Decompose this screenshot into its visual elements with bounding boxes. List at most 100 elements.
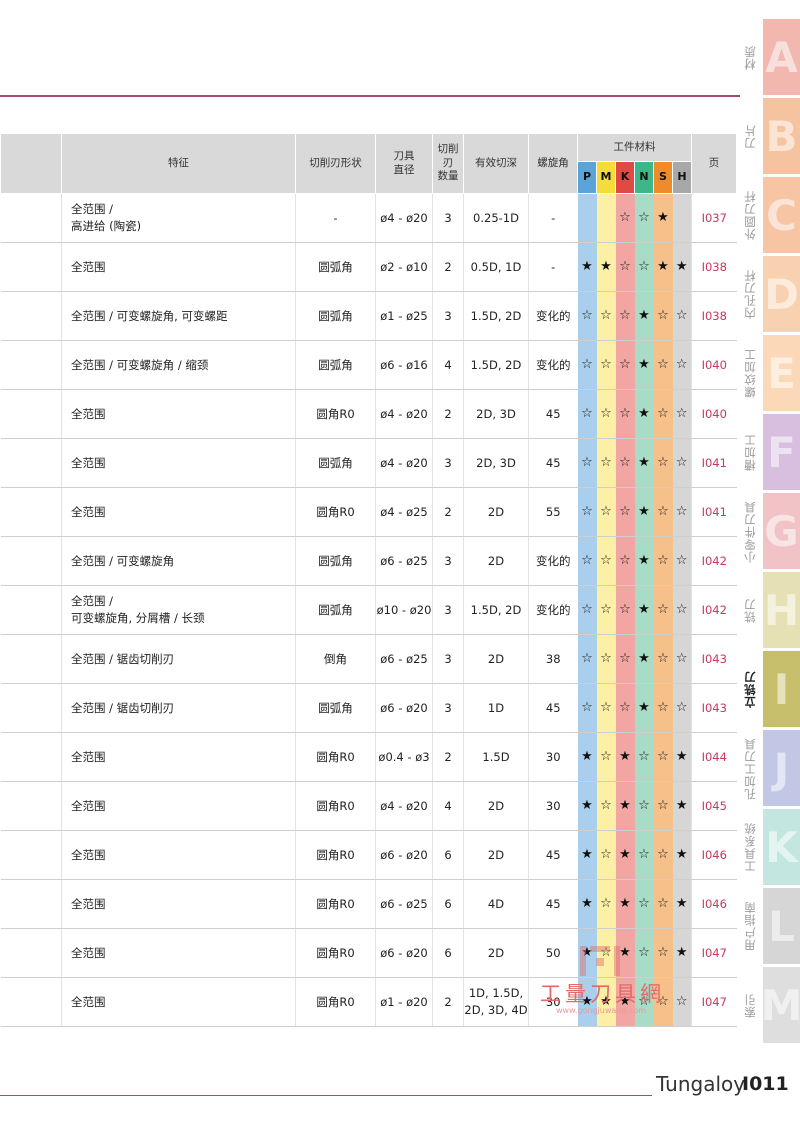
- cell-material-m: ☆: [596, 879, 616, 929]
- section-tab-a[interactable]: A 材质: [736, 18, 800, 97]
- cell-depth: 2D, 3D: [463, 438, 529, 488]
- cell-material-p: ☆: [577, 291, 597, 341]
- section-tab-l[interactable]: L 用户指南: [736, 887, 800, 966]
- cell-flutes: 4: [432, 340, 464, 390]
- brand-name: Tungaloy: [656, 1072, 746, 1096]
- cell-material-s: ★: [653, 193, 673, 243]
- row-blank: [0, 193, 62, 243]
- cell-feature: 全范围 / 锯齿切削刃: [61, 634, 296, 684]
- table-row: 全范围 / 可变螺旋角 / 缩颈 圆弧角 ø6 - ø16 4 1.5D, 2D 变化的 ☆…: [0, 340, 737, 390]
- cell-shape: 圆角R0: [295, 830, 376, 880]
- cell-page-link: I045: [691, 781, 737, 831]
- tab-letter: G: [764, 506, 799, 556]
- cell-shape: 圆弧角: [295, 438, 376, 488]
- cell-material-m: ★: [596, 242, 616, 292]
- header-blank: [0, 133, 62, 194]
- cell-feature: 全范围 / 可变螺旋角: [61, 536, 296, 586]
- cell-material-s: ☆: [653, 487, 673, 537]
- cell-material-k: ☆: [615, 683, 635, 733]
- cell-flutes: 3: [432, 193, 464, 243]
- cell-depth: 1D, 1.5D, 2D, 3D, 4D: [463, 977, 529, 1027]
- section-tab-g[interactable]: G 小零件刀具: [736, 492, 800, 571]
- cell-diameter: ø4 - ø20: [375, 389, 433, 439]
- cell-flutes: 3: [432, 585, 464, 635]
- cell-depth: 1D: [463, 683, 529, 733]
- header-page: 页: [691, 133, 737, 194]
- section-tab-e[interactable]: E 螺纹加工: [736, 334, 800, 413]
- cell-flutes: 2: [432, 732, 464, 782]
- section-tab-m[interactable]: M 索引: [736, 966, 800, 1045]
- tab-label: 刀片: [743, 124, 757, 149]
- cell-shape: 圆角R0: [295, 928, 376, 978]
- cell-material-s: ☆: [653, 438, 673, 488]
- cell-flutes: 3: [432, 683, 464, 733]
- section-tab-d[interactable]: D 内孔刀杆: [736, 255, 800, 334]
- cell-page-link: I044: [691, 732, 737, 782]
- cell-material-n: ★: [634, 585, 654, 635]
- tab-letter: I: [773, 664, 790, 714]
- cell-material-p: ☆: [577, 585, 597, 635]
- tab-letter: H: [763, 585, 800, 635]
- cell-flutes: 6: [432, 830, 464, 880]
- cell-material-h: ☆: [672, 585, 692, 635]
- cell-feature: 全范围: [61, 487, 296, 537]
- cell-feature: 全范围: [61, 879, 296, 929]
- row-blank: [0, 634, 62, 684]
- cell-diameter: ø6 - ø20: [375, 683, 433, 733]
- cell-diameter: ø1 - ø20: [375, 977, 433, 1027]
- cell-material-s: ☆: [653, 536, 673, 586]
- cell-feature: 全范围: [61, 928, 296, 978]
- cell-depth: 2D: [463, 830, 529, 880]
- section-tab-b[interactable]: B 刀片: [736, 97, 800, 176]
- cell-diameter: ø10 - ø20: [375, 585, 433, 635]
- cell-material-n: ★: [634, 634, 654, 684]
- cell-depth: 1.5D, 2D: [463, 585, 529, 635]
- cell-flutes: 6: [432, 928, 464, 978]
- cell-material-s: ☆: [653, 781, 673, 831]
- table-row: 全范围 / 可变螺旋角, 可变螺距 圆弧角 ø1 - ø25 3 1.5D, 2D 变化的…: [0, 291, 737, 341]
- cell-material-p: ☆: [577, 634, 597, 684]
- header-helix: 螺旋角: [528, 133, 578, 194]
- cell-material-k: ★: [615, 781, 635, 831]
- cell-shape: 圆弧角: [295, 242, 376, 292]
- header-diameter: 刀具 直径: [375, 133, 433, 194]
- table-row: 全范围 圆弧角 ø2 - ø10 2 0.5D, 1D - ★ ★ ☆ ☆ ★ ★ I038: [0, 242, 737, 292]
- cell-material-p: ☆: [577, 683, 597, 733]
- cell-feature: 全范围: [61, 830, 296, 880]
- cell-material-n: ☆: [634, 242, 654, 292]
- section-tab-i[interactable]: I 立铣刀: [736, 650, 800, 729]
- cell-page-link: I037: [691, 193, 737, 243]
- table-row: 全范围 / 锯齿切削刃 圆弧角 ø6 - ø20 3 1D 45 ☆ ☆ ☆ ★ ☆ ☆ I043: [0, 683, 737, 733]
- section-tab-h[interactable]: H 铣刀: [736, 571, 800, 650]
- section-tab-k[interactable]: K 工具系统: [736, 808, 800, 887]
- tab-letter: B: [765, 111, 798, 161]
- cell-material-n: ★: [634, 683, 654, 733]
- cell-shape: 倒角: [295, 634, 376, 684]
- header-flutes: 切削刃 数量: [432, 133, 464, 194]
- row-blank: [0, 781, 62, 831]
- section-tab-c[interactable]: C 外圆刀杆: [736, 176, 800, 255]
- cell-material-p: ★: [577, 879, 597, 929]
- tab-letter: C: [766, 190, 797, 240]
- cell-material-n: ★: [634, 438, 654, 488]
- cell-material-k: ☆: [615, 438, 635, 488]
- cell-material-n: ★: [634, 389, 654, 439]
- cell-depth: 1.5D, 2D: [463, 340, 529, 390]
- cell-material-s: ☆: [653, 340, 673, 390]
- watermark-url: www.gongjuwang.com: [556, 1006, 647, 1015]
- section-tab-f[interactable]: F 槽加工: [736, 413, 800, 492]
- cell-flutes: 3: [432, 536, 464, 586]
- cell-depth: 2D: [463, 487, 529, 537]
- section-tab-j[interactable]: J 孔加工刀具: [736, 729, 800, 808]
- cell-flutes: 3: [432, 438, 464, 488]
- cell-page-link: I046: [691, 830, 737, 880]
- watermark-text: 工量刀具網: [540, 982, 665, 1006]
- table-row: 全范围 圆角R0 ø6 - ø20 6 2D 45 ★ ☆ ★ ☆ ☆ ★ I046: [0, 830, 737, 880]
- tab-letter: K: [765, 822, 798, 872]
- cell-feature: 全范围 / 可变螺旋角, 可变螺距: [61, 291, 296, 341]
- tab-label: 内孔刀杆: [743, 269, 757, 320]
- cell-diameter: ø6 - ø25: [375, 634, 433, 684]
- cell-material-m: ☆: [596, 291, 616, 341]
- cell-diameter: ø6 - ø25: [375, 536, 433, 586]
- cell-diameter: ø6 - ø20: [375, 830, 433, 880]
